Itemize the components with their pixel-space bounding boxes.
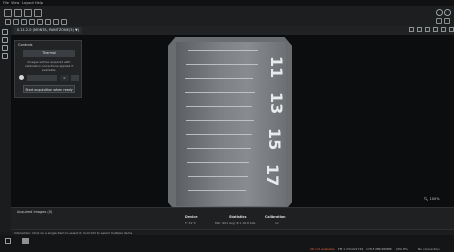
mode-button[interactable]: Thermal bbox=[23, 50, 75, 57]
tab-close-icon[interactable] bbox=[449, 27, 454, 32]
tool-icon-6[interactable] bbox=[45, 19, 51, 25]
zoom-indicator[interactable]: 🔍︎ 100% bbox=[424, 197, 440, 201]
settings-icon[interactable] bbox=[436, 9, 443, 16]
tab-split-icon[interactable] bbox=[425, 27, 430, 32]
tool-icon-4[interactable] bbox=[29, 19, 35, 25]
ruler-tick bbox=[185, 78, 253, 79]
ruler-number: 11 bbox=[267, 56, 286, 79]
camera-icon[interactable] bbox=[22, 238, 29, 244]
ruler-number: 17 bbox=[263, 164, 282, 187]
ruler-tick bbox=[185, 92, 255, 93]
ruler-number: 13 bbox=[267, 92, 286, 115]
ruler-phantom: 11 13 15 17 bbox=[176, 42, 286, 206]
statistics-header: Statistics bbox=[229, 215, 247, 219]
ruler-tick bbox=[187, 148, 251, 149]
menu-layout[interactable]: Layout bbox=[22, 1, 34, 5]
exposure-slider[interactable] bbox=[27, 75, 57, 81]
ruler-number: 15 bbox=[265, 128, 284, 151]
tab-grid-icon[interactable] bbox=[417, 27, 422, 32]
status-connection: No connection bbox=[418, 247, 440, 251]
tool-icon-3[interactable] bbox=[21, 19, 27, 25]
ruler-tick bbox=[187, 162, 249, 163]
bottom-area: XR not available FM 1 231221729 178.5 MB… bbox=[0, 235, 454, 252]
tool-icon-5[interactable] bbox=[37, 19, 43, 25]
ruler-tick bbox=[188, 176, 248, 177]
tool-icon-2[interactable] bbox=[13, 19, 19, 25]
zoom-label: 100% bbox=[429, 197, 440, 201]
tool-icon-1[interactable] bbox=[5, 19, 11, 25]
bottom-tool-icon[interactable] bbox=[5, 238, 11, 244]
magnifier-icon: 🔍︎ bbox=[424, 197, 429, 201]
close-icon[interactable] bbox=[444, 18, 450, 24]
ruler-tick bbox=[186, 134, 252, 135]
xr-warning: XR not available bbox=[310, 247, 335, 251]
sidebar-tools-icon[interactable] bbox=[2, 45, 8, 51]
statistics-value: Min: 901 Avg: 8.1 16.8 bits bbox=[215, 221, 256, 225]
window-icon[interactable] bbox=[436, 18, 442, 24]
device-value: T: 31°C bbox=[185, 221, 196, 225]
ruler-tick bbox=[186, 106, 252, 107]
exposure-value[interactable]: 0 bbox=[60, 75, 69, 81]
tool-icon-7[interactable] bbox=[53, 19, 59, 25]
sidebar-images-icon[interactable] bbox=[2, 37, 8, 43]
export-icon[interactable] bbox=[34, 9, 42, 17]
tab-maximize-icon[interactable] bbox=[433, 27, 438, 32]
ruler-tick bbox=[186, 120, 254, 121]
status-cpu: CPU 8% bbox=[396, 247, 408, 251]
record-icon[interactable] bbox=[19, 75, 24, 80]
tool-icon-8[interactable] bbox=[61, 19, 67, 25]
status-memory: 178.5 MB/280MB bbox=[366, 247, 392, 251]
info-text: Images will be acquired with calibration… bbox=[24, 60, 74, 72]
menu-file[interactable]: File bbox=[3, 1, 9, 5]
save-icon[interactable] bbox=[24, 9, 32, 17]
tab-restore-icon[interactable] bbox=[441, 27, 446, 32]
tab-layout-icon[interactable] bbox=[409, 27, 414, 32]
help-icon[interactable] bbox=[444, 9, 451, 16]
sidebar-devices-icon[interactable] bbox=[2, 29, 8, 35]
ruler-tick bbox=[188, 50, 258, 51]
ruler-tick bbox=[188, 190, 246, 191]
calibration-header: Calibration bbox=[265, 215, 286, 219]
calibration-value: 1x bbox=[275, 221, 279, 225]
exposure-dropdown[interactable] bbox=[71, 75, 79, 81]
device-header: Device bbox=[185, 215, 198, 219]
toolbar bbox=[0, 6, 454, 26]
menu-help[interactable]: Help bbox=[35, 1, 43, 5]
new-icon[interactable] bbox=[4, 9, 12, 17]
xray-image[interactable]: 11 13 15 17 bbox=[168, 37, 292, 211]
ruler-tick bbox=[186, 64, 258, 65]
controls-title: Controls bbox=[18, 43, 33, 47]
controls-panel: Controls Thermal Images will be acquired… bbox=[14, 40, 82, 98]
tab-acquisition[interactable]: 0.11.2.0 (MONTA, PAINTZONE(3) ▼) bbox=[14, 27, 83, 34]
menu-view[interactable]: View bbox=[11, 1, 19, 5]
status-fm: FM 1 231221729 bbox=[338, 247, 364, 251]
acquired-title[interactable]: Acquired images (0) bbox=[17, 210, 52, 214]
exposure-row: 0 bbox=[18, 74, 80, 82]
sidebar-settings-icon[interactable] bbox=[2, 53, 8, 59]
start-acquisition-button[interactable]: Start acquisition when ready bbox=[23, 85, 75, 93]
open-icon[interactable] bbox=[14, 9, 22, 17]
